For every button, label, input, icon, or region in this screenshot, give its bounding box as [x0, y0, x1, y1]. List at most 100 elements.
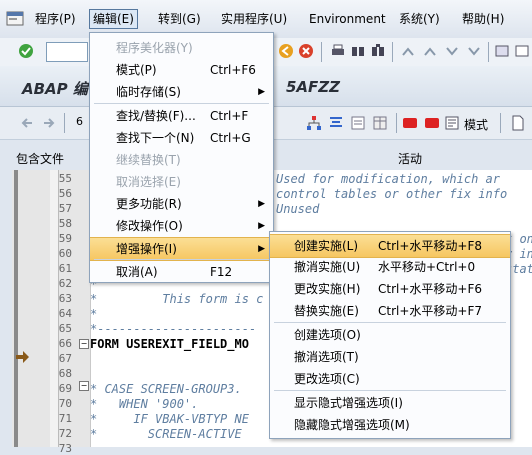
menu-utilities[interactable]: 实用程序(U) [218, 10, 290, 28]
status-active: 活动 [398, 152, 423, 166]
menu-item-label: 模式(P) [116, 63, 157, 77]
submenu-arrow-icon: ▶ [258, 87, 265, 97]
menu-item-create-option[interactable]: 创建选项(O) [270, 324, 510, 346]
command-field[interactable] [46, 42, 88, 62]
menu-item-change-impl[interactable]: 更改实施(H) Ctrl+水平移动+F6 [270, 278, 510, 300]
menu-item-undo-option[interactable]: 撤消选项(T) [270, 346, 510, 368]
cancel-icon[interactable] [298, 43, 314, 59]
document-icon[interactable] [510, 115, 526, 131]
menu-item-label: 增强操作(I) [116, 242, 177, 256]
menu-item-label: 取消(A) [116, 265, 158, 279]
menu-item-shortcut: F12 [210, 265, 233, 279]
page-title-suffix: 5AFZZ [286, 78, 341, 96]
menu-separator [274, 322, 506, 323]
shortcut-icon[interactable] [514, 43, 530, 59]
code-line-57: Unused [276, 202, 320, 216]
code-line-66: *---------------------- [90, 322, 257, 336]
line-number: 60 [58, 247, 72, 260]
menu-item-label: 临时存储(S) [116, 85, 181, 99]
code-line-73: * SCREEN-ACTIVE [90, 427, 242, 441]
code-line-65: * [90, 307, 98, 321]
check-icon[interactable] [18, 43, 34, 59]
menu-item-label: 显示隐式增强选项(I) [294, 396, 403, 410]
code-line-64: * This form is c [90, 292, 264, 306]
menu-item-more-functions[interactable]: 更多功能(R) ▶ [90, 193, 273, 215]
pattern-icon[interactable] [444, 115, 460, 131]
list-icon[interactable] [350, 115, 366, 131]
menu-item-change-option[interactable]: 更改选项(C) [270, 368, 510, 390]
menu-item-label: 撤消实施(U) [294, 260, 361, 274]
next-page-icon[interactable] [444, 43, 460, 59]
menu-system[interactable]: 系统(Y) [396, 10, 443, 28]
menu-program[interactable]: 程序(P) [32, 10, 79, 28]
line-number: 66 [58, 337, 72, 350]
menu-item-hide-implicit[interactable]: 隐藏隐式增强选项(M) [270, 414, 510, 436]
find-icon[interactable] [350, 43, 366, 59]
menu-item-replace-impl[interactable]: 替换实施(E) Ctrl+水平移动+F7 [270, 300, 510, 322]
submenu-arrow-icon: ▶ [258, 244, 265, 254]
menu-item-shortcut: 水平移动+Ctrl+0 [378, 260, 476, 274]
toolbar-fragment: 6 [76, 115, 83, 128]
breakpoint-icon[interactable] [402, 115, 418, 131]
line-number: 59 [58, 232, 72, 245]
sap-menu-icon[interactable] [6, 10, 26, 28]
menu-separator [94, 259, 269, 260]
menu-item-label: 查找/替换(F)... [116, 109, 196, 123]
line-number: 67 [58, 352, 72, 365]
menu-item-shortcut: Ctrl+F [210, 109, 249, 123]
first-page-icon[interactable] [400, 43, 416, 59]
menu-item-pretty-printer: 程序美化器(Y) [90, 37, 273, 59]
menu-item-shortcut: Ctrl+G [210, 131, 251, 145]
menu-item-shortcut: Ctrl+水平移动+F8 [378, 239, 482, 253]
menu-item-modify[interactable]: 修改操作(O) ▶ [90, 215, 273, 237]
menu-edit[interactable]: 编辑(E) [89, 9, 138, 29]
back-arrow-icon[interactable] [20, 115, 36, 131]
line-number: 71 [58, 412, 72, 425]
align-icon[interactable] [328, 115, 344, 131]
menu-item-cancel[interactable]: 取消(A) F12 [90, 261, 273, 283]
menu-separator [94, 103, 269, 104]
menu-item-label: 取消选择(E) [116, 175, 181, 189]
menu-item-continue-replace: 继续替换(T) [90, 149, 273, 171]
menu-item-undo-impl[interactable]: 撤消实施(U) 水平移动+Ctrl+0 [270, 256, 510, 278]
fold-toggle-icon[interactable]: − [79, 381, 89, 391]
table-icon[interactable] [372, 115, 388, 131]
line-number: 73 [58, 442, 72, 455]
menu-item-label: 更改选项(C) [294, 372, 360, 386]
menu-item-label: 撤消选项(T) [294, 350, 359, 364]
find-next-icon[interactable] [370, 43, 386, 59]
menu-item-find-replace[interactable]: 查找/替换(F)... Ctrl+F [90, 105, 273, 127]
menu-item-find-next[interactable]: 查找下一个(N) Ctrl+G [90, 127, 273, 149]
back-icon[interactable] [278, 43, 294, 59]
menu-item-label: 更多功能(R) [116, 197, 182, 211]
line-number: 55 [58, 172, 72, 185]
hierarchy-icon[interactable] [306, 115, 322, 131]
menu-item-enhancement[interactable]: 增强操作(I) ▶ [90, 237, 273, 261]
last-page-icon[interactable] [466, 43, 482, 59]
menu-goto[interactable]: 转到(G) [155, 10, 204, 28]
stop-icon[interactable] [424, 115, 440, 131]
menu-item-show-implicit[interactable]: 显示隐式增强选项(I) [270, 392, 510, 414]
new-session-icon[interactable] [494, 43, 510, 59]
forward-arrow-icon[interactable] [40, 115, 56, 131]
submenu-arrow-icon: ▶ [258, 199, 265, 209]
line-number: 57 [58, 202, 72, 215]
menu-item-label: 创建选项(O) [294, 328, 361, 342]
menu-item-shortcut: Ctrl+水平移动+F7 [378, 304, 482, 318]
line-number: 65 [58, 322, 72, 335]
line-number: 63 [58, 292, 72, 305]
menu-item-create-impl[interactable]: 创建实施(L) Ctrl+水平移动+F8 [270, 234, 510, 258]
code-line-72: * IF VBAK-VBTYP NE [90, 412, 249, 426]
mode-button[interactable]: 模式 [464, 116, 488, 133]
menu-item-label: 更改实施(H) [294, 282, 361, 296]
menu-item-temp-storage[interactable]: 临时存储(S) ▶ [90, 81, 273, 103]
menu-environment[interactable]: Environment [306, 10, 389, 28]
fold-toggle-icon[interactable]: − [79, 339, 89, 349]
menu-item-shortcut: Ctrl+F6 [210, 63, 256, 77]
menu-item-label: 创建实施(L) [294, 239, 359, 253]
menu-item-mode[interactable]: 模式(P) Ctrl+F6 [90, 59, 273, 81]
menu-help[interactable]: 帮助(H) [459, 10, 507, 28]
menu-item-label: 修改操作(O) [116, 219, 183, 233]
print-icon[interactable] [330, 43, 346, 59]
previous-page-icon[interactable] [422, 43, 438, 59]
